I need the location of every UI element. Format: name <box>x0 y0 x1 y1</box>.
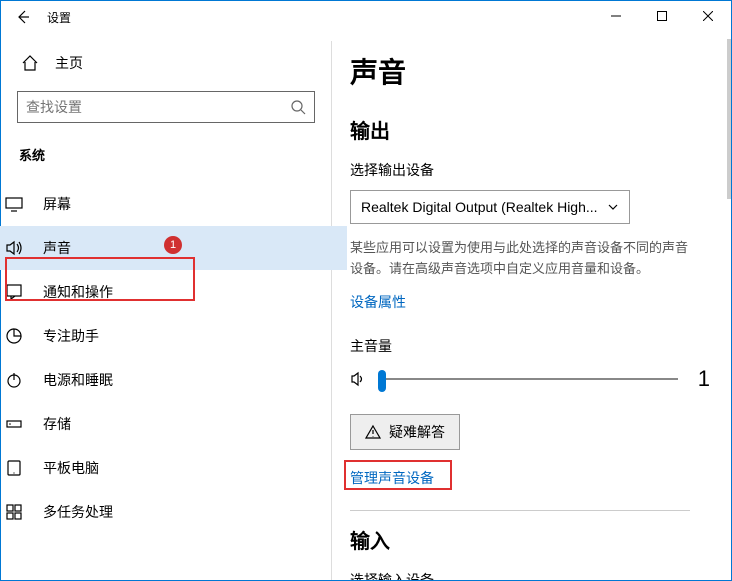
focus-icon <box>5 327 23 345</box>
window-title: 设置 <box>47 9 71 26</box>
sidebar-item-multitask[interactable]: 多任务处理 <box>0 490 347 534</box>
sidebar-item-label: 声音 <box>43 238 71 258</box>
sidebar: 主页 系统 屏幕 声音 通知和操作 <box>1 33 331 580</box>
notifications-icon <box>5 283 23 301</box>
separator <box>350 510 690 511</box>
annotation-badge-1: 1 <box>164 236 182 254</box>
sidebar-item-label: 专注助手 <box>43 326 99 346</box>
minimize-button[interactable] <box>593 1 639 31</box>
volume-value: 1 <box>690 366 710 392</box>
back-button[interactable] <box>15 9 31 25</box>
power-icon <box>5 371 23 389</box>
output-device-dropdown[interactable]: Realtek Digital Output (Realtek High... <box>350 190 630 224</box>
input-device-label: 选择输入设备 <box>350 570 695 580</box>
content: 声音 输出 选择输出设备 Realtek Digital Output (Rea… <box>332 33 731 580</box>
sidebar-item-display[interactable]: 屏幕 <box>0 182 347 226</box>
sidebar-item-label: 平板电脑 <box>43 458 99 478</box>
sidebar-item-tablet[interactable]: 平板电脑 <box>0 446 347 490</box>
chevron-down-icon <box>607 201 619 213</box>
manage-devices-link[interactable]: 管理声音设备 <box>350 468 434 488</box>
sidebar-item-notifications[interactable]: 通知和操作 <box>0 270 347 314</box>
page-title: 声音 <box>350 51 695 91</box>
sound-icon <box>5 239 23 257</box>
output-help-text: 某些应用可以设置为使用与此处选择的声音设备不同的声音设备。请在高级声音选项中自定… <box>350 238 690 280</box>
volume-slider[interactable] <box>378 378 678 380</box>
home-link[interactable]: 主页 <box>17 45 315 91</box>
tablet-icon <box>5 459 23 477</box>
display-icon <box>5 195 23 213</box>
output-device-label: 选择输出设备 <box>350 160 695 180</box>
maximize-button[interactable] <box>639 1 685 31</box>
sidebar-item-label: 多任务处理 <box>43 502 113 522</box>
slider-thumb[interactable] <box>378 370 386 392</box>
search-box[interactable] <box>17 91 315 123</box>
multitask-icon <box>5 503 23 521</box>
output-heading: 输出 <box>350 115 695 144</box>
troubleshoot-button[interactable]: 疑难解答 <box>350 414 460 450</box>
close-button[interactable] <box>685 1 731 31</box>
section-label: 系统 <box>17 145 315 164</box>
sidebar-item-label: 存储 <box>43 414 71 434</box>
home-icon <box>21 54 39 72</box>
troubleshoot-label: 疑难解答 <box>389 422 445 442</box>
dropdown-value: Realtek Digital Output (Realtek High... <box>361 199 598 215</box>
sidebar-item-focus[interactable]: 专注助手 <box>0 314 347 358</box>
sidebar-item-power[interactable]: 电源和睡眠 <box>0 358 347 402</box>
search-input[interactable] <box>26 99 290 115</box>
volume-label: 主音量 <box>350 336 695 356</box>
sidebar-item-storage[interactable]: 存储 <box>0 402 347 446</box>
device-properties-link[interactable]: 设备属性 <box>350 292 406 312</box>
scrollbar[interactable] <box>727 39 731 199</box>
home-label: 主页 <box>55 53 83 73</box>
speaker-icon[interactable] <box>350 371 366 387</box>
storage-icon <box>5 415 23 433</box>
input-heading: 输入 <box>350 525 695 554</box>
titlebar: 设置 <box>1 1 731 33</box>
sidebar-item-label: 电源和睡眠 <box>43 370 113 390</box>
nav-list: 屏幕 声音 通知和操作 专注助手 电源和睡眠 存储 <box>0 182 347 534</box>
sidebar-item-label: 通知和操作 <box>43 282 113 302</box>
search-icon <box>290 99 306 115</box>
sidebar-item-label: 屏幕 <box>43 194 71 214</box>
warning-icon <box>365 424 381 440</box>
